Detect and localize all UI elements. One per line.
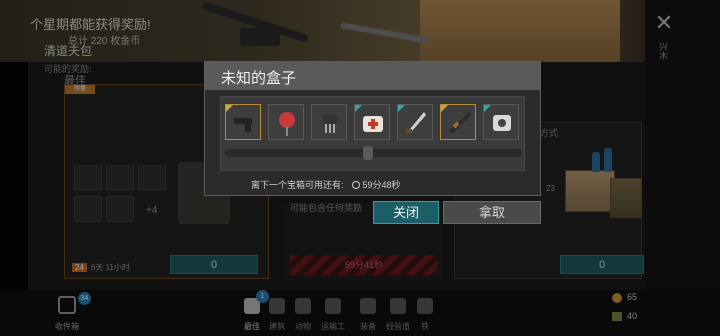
reward-item-robot-part[interactable] [483,104,519,140]
reward-item-shotgun[interactable] [440,104,476,140]
shotgun-icon [449,112,471,134]
carousel-scrollbar[interactable] [225,149,522,157]
robot-part-icon [493,115,511,131]
clock-icon [351,181,360,189]
next-chest-time: 59分48秒 [362,180,401,190]
next-chest-timer: 离下一个宝箱可用还有: 59分48秒 [251,178,401,191]
reward-item-machete[interactable] [397,104,433,140]
mystery-box-dialog: 未知的盒子 离下一个宝箱可用还有: 59分48秒 [204,61,541,196]
machete-icon [406,112,426,133]
reward-item-medkit[interactable] [354,104,390,140]
reward-item-stop-sign[interactable] [268,104,304,140]
take-button[interactable]: 拿取 [443,201,541,224]
medkit-icon [363,116,383,132]
stop-sign-icon [279,112,295,136]
component-icon [323,114,337,133]
dialog-header: 未知的盒子 [205,62,540,90]
close-button[interactable]: 关闭 [373,201,439,224]
reward-carousel[interactable] [220,96,525,171]
dialog-title: 未知的盒子 [221,70,297,87]
next-chest-label: 离下一个宝箱可用还有: [251,180,344,190]
carousel-scroll-thumb[interactable] [363,146,373,160]
pistol-icon [234,118,252,132]
reward-item-component[interactable] [311,104,347,140]
reward-item-pistol[interactable] [225,104,261,140]
